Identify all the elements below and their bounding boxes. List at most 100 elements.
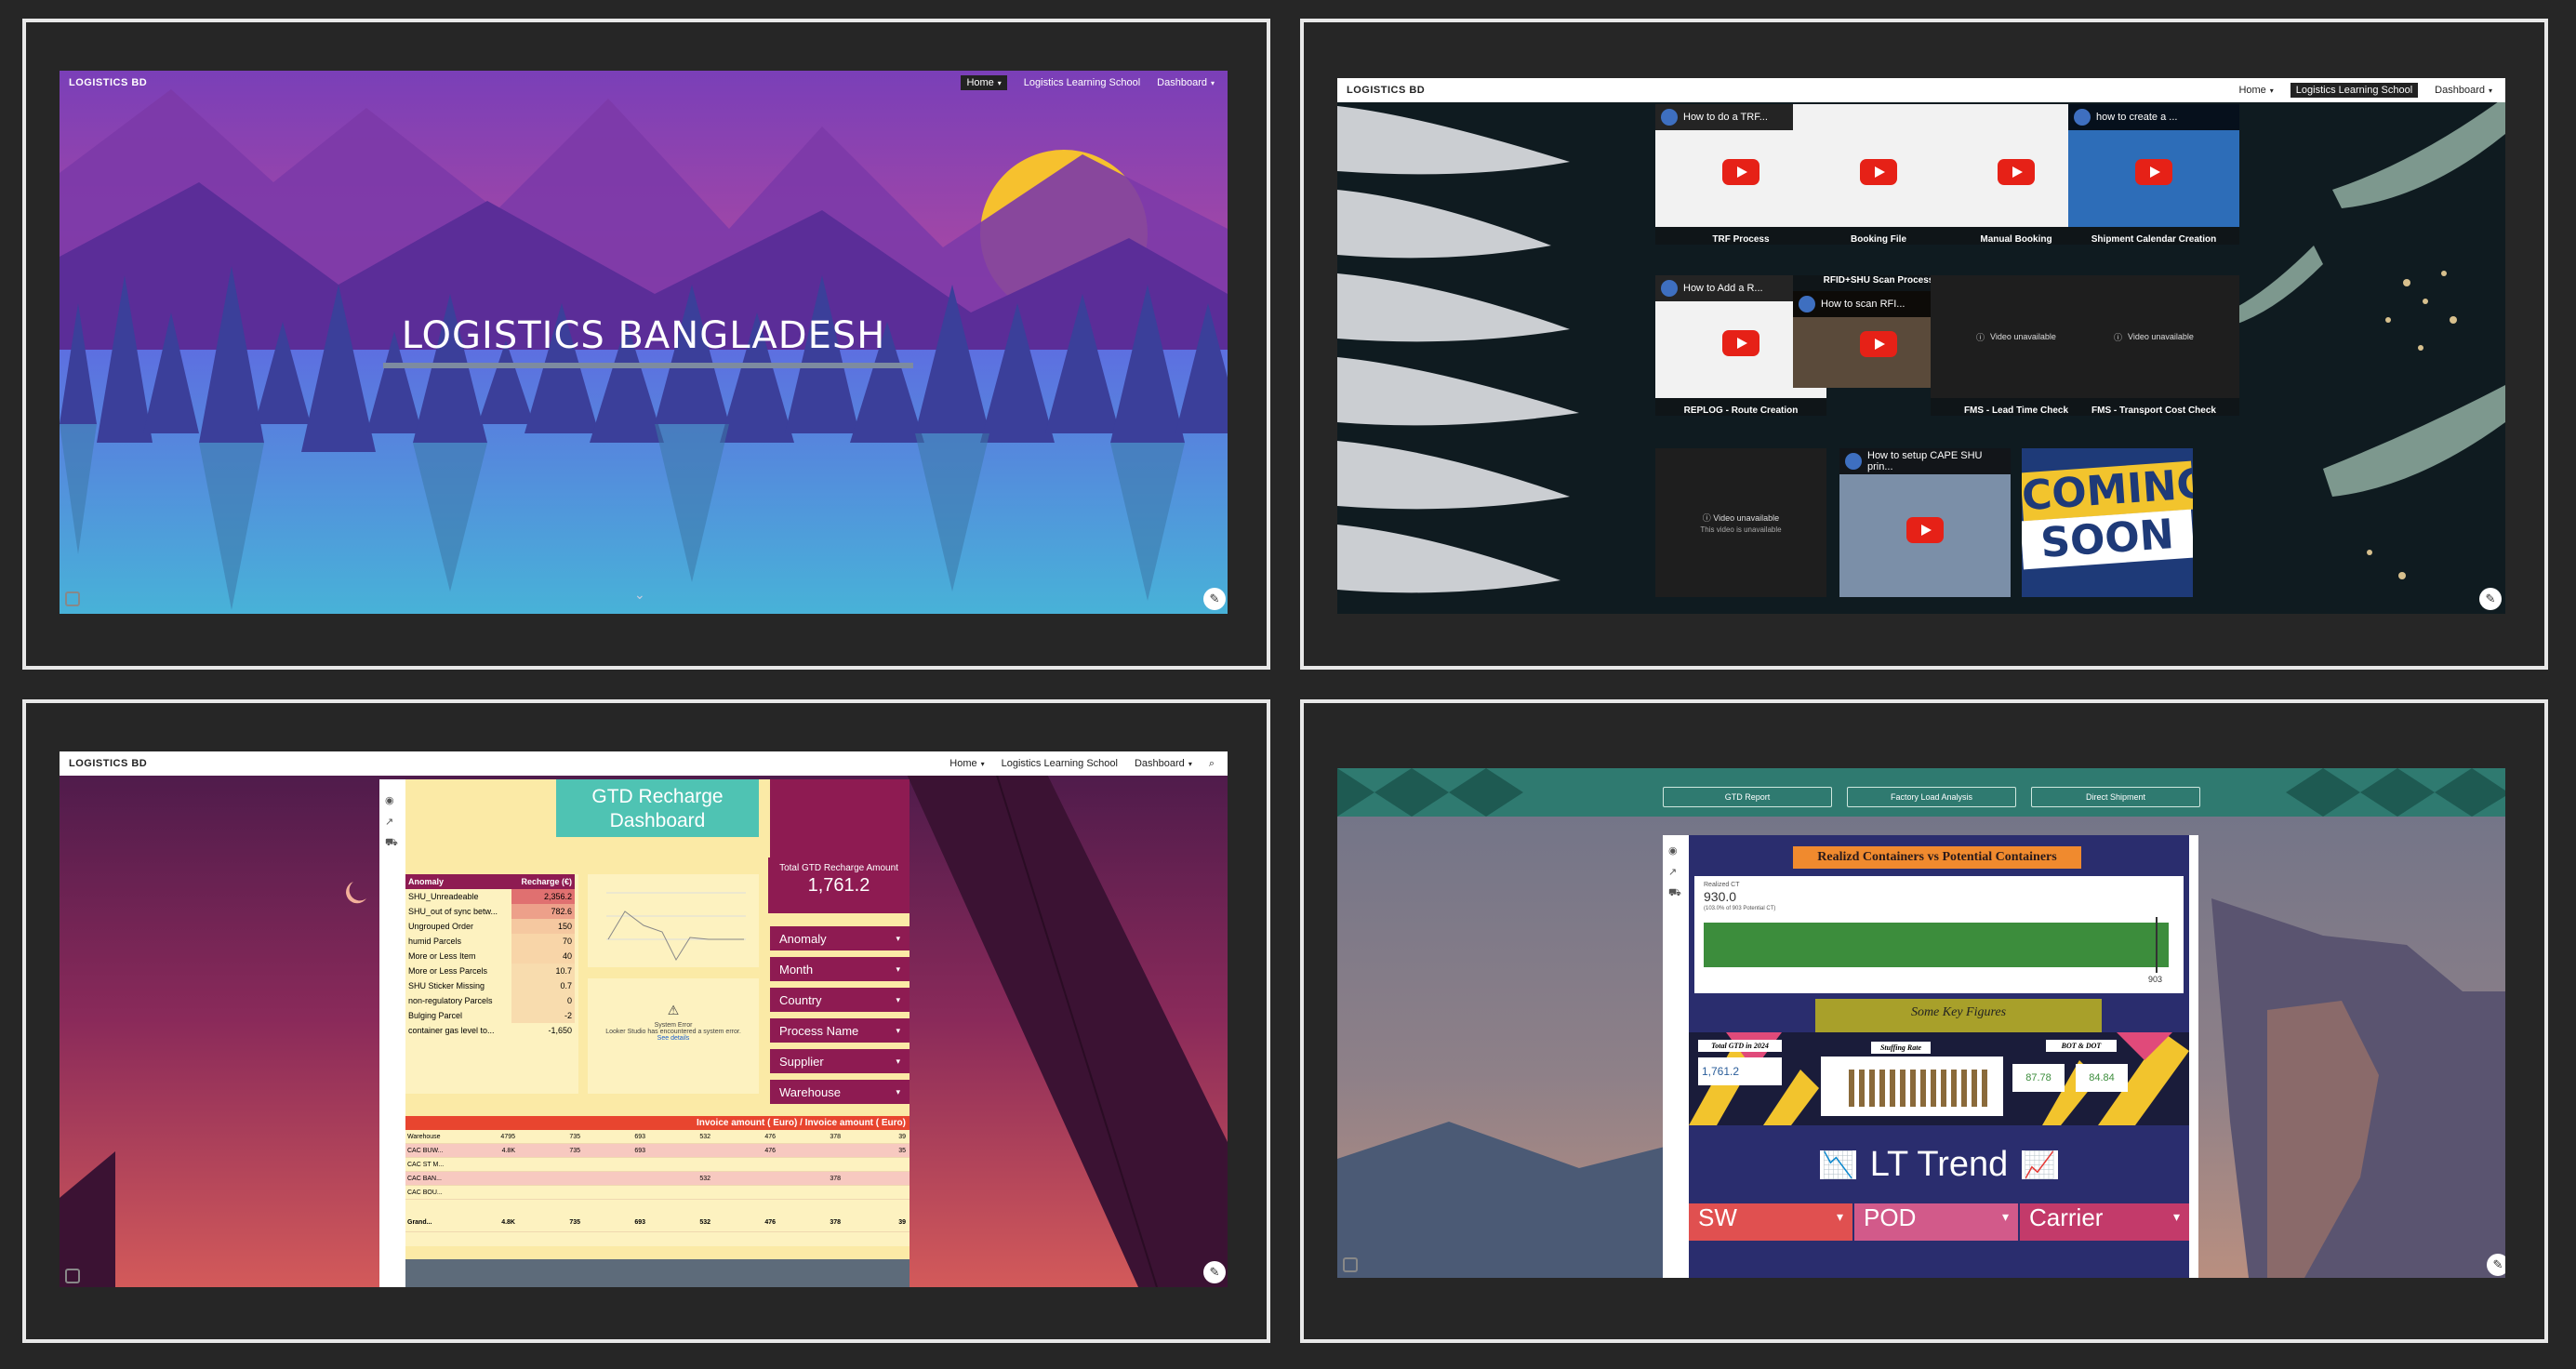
channel-avatar-icon	[1845, 453, 1862, 470]
edit-pencil-icon[interactable]: ✎	[2479, 588, 2502, 610]
scroll-down-icon[interactable]: ⌄	[634, 587, 645, 603]
video-unavailable: ⓘ Video unavailable This video is unavai…	[1655, 448, 1826, 597]
video-thumbnail[interactable]: How to setup CAPE SHU prin...	[1839, 448, 2011, 597]
edit-pencil-icon[interactable]: ✎	[1203, 588, 1226, 610]
gtd-report-button[interactable]: GTD Report	[1663, 787, 1832, 807]
video-unavailable: ⓘ Video unavailable	[2068, 275, 2239, 398]
search-icon[interactable]: ⌕	[1209, 758, 1215, 770]
grand-total-row: Grand... 4.8K 735 693 532 476 378 39	[405, 1213, 910, 1232]
video-caption: Shipment Calendar Creation	[2091, 234, 2217, 245]
table-cell: 735	[569, 1133, 580, 1140]
table-cell: 39	[898, 1133, 906, 1140]
nav-dashboard[interactable]: Dashboard ▾	[2435, 85, 2492, 96]
nav-home[interactable]: Home ▾	[949, 758, 984, 769]
video-card[interactable]: ⓘ Video unavailable This video is unavai…	[1655, 448, 1826, 597]
play-icon[interactable]	[1998, 158, 2035, 185]
nav-learning-school[interactable]: Logistics Learning School	[2290, 83, 2419, 98]
trend-icon[interactable]: ↗	[1668, 866, 1680, 878]
trend-icon[interactable]: ↗	[385, 816, 396, 828]
site-logo[interactable]: LOGISTICS BD	[69, 758, 147, 769]
home-screen: LOGISTICS BD Home ▾ Logistics Learning Sc…	[60, 71, 1228, 614]
site-logo[interactable]: LOGISTICS BD	[1347, 85, 1425, 96]
chevron-down-icon: ▾	[1836, 1209, 1843, 1224]
realized-bar	[1704, 923, 2169, 967]
table-cell: 35	[898, 1147, 906, 1154]
play-icon[interactable]	[1860, 158, 1897, 185]
key-figures-label: Some Key Figures	[1815, 999, 2102, 1032]
process-name-filter[interactable]: Process Name ▾	[770, 1018, 910, 1043]
info-icon: ⓘ	[2114, 332, 2123, 342]
gallery-icon[interactable]	[65, 1269, 80, 1283]
map-strip	[405, 1259, 910, 1287]
invoice-header: Invoice amount ( Euro) / Invoice amount …	[405, 1116, 910, 1130]
row-label: CAC BUW...	[407, 1147, 444, 1154]
table-cell: 476	[764, 1218, 776, 1226]
table-cell: 476	[764, 1147, 776, 1154]
realized-value: 930.0	[1704, 889, 1737, 904]
nav-home[interactable]: Home ▾	[961, 75, 1007, 90]
country-filter[interactable]: Country ▾	[770, 988, 910, 1012]
table-cell: 532	[699, 1218, 710, 1226]
video-caption: FMS - Transport Cost Check	[2091, 405, 2216, 416]
table-cell: 532	[699, 1175, 710, 1182]
video-card[interactable]: ⓘ Video unavailable FMS - Transport Cost …	[2068, 275, 2239, 416]
chevron-down-icon: ▾	[896, 1025, 900, 1035]
supplier-filter[interactable]: Supplier ▾	[770, 1049, 910, 1073]
edit-pencil-icon[interactable]: ✎	[2487, 1254, 2505, 1276]
stuffing-bar	[1910, 1070, 1916, 1107]
truck-icon[interactable]: ⛟	[385, 837, 398, 850]
dashboard-title: GTD Recharge Dashboard	[556, 779, 759, 837]
play-icon[interactable]	[1722, 329, 1759, 356]
error-details-link[interactable]: See details	[588, 1035, 759, 1042]
nav-home[interactable]: Home ▾	[2238, 85, 2273, 96]
play-icon[interactable]	[1860, 331, 1897, 358]
row-label: CAC ST M...	[407, 1161, 445, 1168]
gallery-icon[interactable]	[1343, 1257, 1358, 1272]
stuffing-bars	[1849, 1070, 1987, 1107]
nav-learning-school[interactable]: Logistics Learning School	[1002, 758, 1118, 769]
chevron-down-icon: ▾	[896, 1056, 900, 1066]
carrier-filter[interactable]: Carrier ▾	[2020, 1203, 2189, 1241]
play-icon[interactable]	[1722, 158, 1759, 185]
factory-load-analysis-button[interactable]: Factory Load Analysis	[1847, 787, 2016, 807]
warehouse-filter[interactable]: Warehouse ▾	[770, 1080, 910, 1104]
nav-learning-school[interactable]: Logistics Learning School	[1024, 77, 1140, 88]
nav-dashboard[interactable]: Dashboard ▾	[1135, 758, 1192, 769]
sw-filter[interactable]: SW ▾	[1689, 1203, 1852, 1241]
direct-shipment-button[interactable]: Direct Shipment	[2031, 787, 2200, 807]
anomaly-filter[interactable]: Anomaly ▾	[770, 926, 910, 950]
table-row: SHU_Unreadeable 2,356.2	[405, 889, 575, 904]
lt-trend-title: LT Trend	[1869, 1145, 2009, 1184]
column-header[interactable]: Recharge (€)	[511, 874, 575, 889]
view-icon[interactable]: ◉	[1668, 844, 1680, 857]
play-icon[interactable]	[2135, 158, 2172, 185]
play-icon[interactable]	[1906, 517, 1944, 543]
gallery-icon[interactable]	[65, 591, 80, 606]
chevron-down-icon: ▾	[896, 1086, 900, 1097]
chevron-down-icon: ▾	[896, 994, 900, 1004]
view-icon[interactable]: ◉	[385, 794, 396, 806]
video-caption: REPLOG - Route Creation	[1683, 405, 1799, 416]
table-cell: 735	[569, 1147, 580, 1154]
stuffing-bar-chart	[1821, 1057, 2003, 1116]
table-cell: 378	[830, 1175, 841, 1182]
site-logo[interactable]: LOGISTICS BD	[69, 77, 147, 88]
video-card[interactable]: how to create a ... Shipment Calendar Cr…	[2068, 104, 2239, 245]
table-cell: 4795	[500, 1133, 515, 1140]
filter-panel: Anomaly ▾ Month ▾ Country ▾ Process Name ▾ S…	[770, 926, 910, 1104]
truck-icon[interactable]: ⛟	[1668, 887, 1681, 900]
row-label: Warehouse	[407, 1133, 441, 1140]
nav-dashboard[interactable]: Dashboard ▾	[1157, 77, 1215, 88]
system-error-card: ⚠ System Error Looker Studio has encount…	[588, 978, 759, 1094]
hero-underline	[383, 363, 913, 368]
video-thumbnail[interactable]: how to create a ...	[2068, 104, 2239, 227]
edit-pencil-icon[interactable]: ✎	[1203, 1261, 1226, 1283]
potential-value: 903	[2148, 975, 2163, 984]
error-title: System Error	[654, 1022, 693, 1029]
pod-filter[interactable]: POD ▾	[1854, 1203, 2018, 1241]
month-filter[interactable]: Month ▾	[770, 957, 910, 981]
dashboard-screen: LOGISTICS BD Home ▾ Logistics Learning Sc…	[60, 751, 1228, 1287]
column-header[interactable]: Anomaly	[405, 874, 511, 889]
video-card[interactable]: How to setup CAPE SHU prin...	[1839, 448, 2011, 597]
table-row: CAC BAN... 532 378	[405, 1172, 910, 1186]
